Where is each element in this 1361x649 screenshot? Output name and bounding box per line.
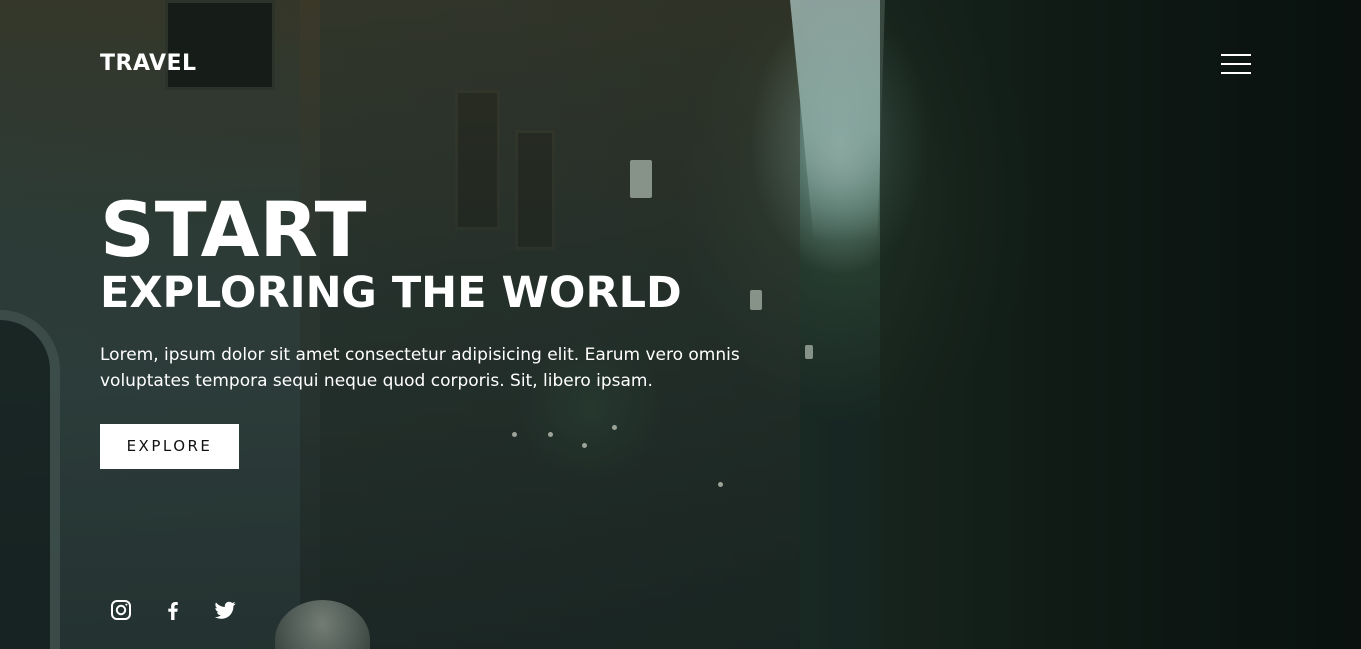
menu-bar xyxy=(1221,54,1251,56)
hero-title-line1: START xyxy=(100,185,367,274)
hero-content: START EXPLORING THE WORLD Lorem, ipsum d… xyxy=(100,188,800,469)
facebook-icon[interactable] xyxy=(161,598,185,622)
instagram-icon[interactable] xyxy=(109,598,133,622)
menu-bar xyxy=(1221,63,1251,65)
social-links xyxy=(109,598,237,622)
hero-title-line2: EXPLORING THE WORLD xyxy=(100,268,682,318)
hamburger-menu-icon[interactable] xyxy=(1221,54,1251,75)
menu-bar xyxy=(1221,72,1251,74)
explore-button[interactable]: EXPLORE xyxy=(100,424,239,469)
hero-section: TRAVEL START EXPLORING THE WORLD Lorem, … xyxy=(0,0,1361,649)
logo[interactable]: TRAVEL xyxy=(100,51,197,76)
hero-description: Lorem, ipsum dolor sit amet consectetur … xyxy=(100,345,740,391)
twitter-icon[interactable] xyxy=(213,598,237,622)
